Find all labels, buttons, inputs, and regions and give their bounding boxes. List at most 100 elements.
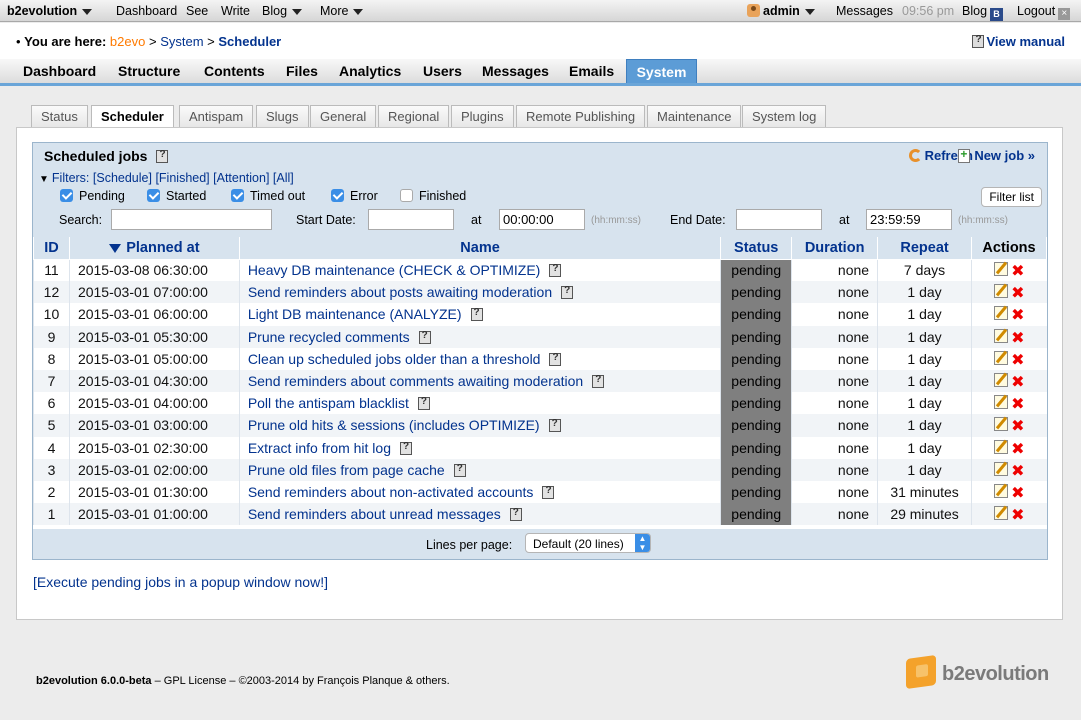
tab-status[interactable]: Status <box>31 105 88 128</box>
job-name-link[interactable]: Clean up scheduled jobs older than a thr… <box>248 351 541 367</box>
tab-plugins[interactable]: Plugins <box>451 105 514 128</box>
edit-icon[interactable] <box>993 439 1008 454</box>
nav-analytics[interactable]: Analytics <box>331 59 409 83</box>
filters-label[interactable]: Filters: <box>52 171 90 185</box>
delete-icon[interactable]: ✖ <box>1011 352 1025 368</box>
delete-icon[interactable]: ✖ <box>1011 264 1025 280</box>
job-name-link[interactable]: Prune recycled comments <box>248 329 410 345</box>
edit-icon[interactable] <box>993 350 1008 365</box>
delete-icon[interactable]: ✖ <box>1011 508 1025 524</box>
edit-icon[interactable] <box>993 328 1008 343</box>
tab-regional[interactable]: Regional <box>378 105 450 128</box>
tab-system-log[interactable]: System log <box>742 105 827 128</box>
help-icon[interactable] <box>418 330 431 344</box>
end-time-input[interactable] <box>866 209 952 230</box>
logout-link[interactable]: Logout × <box>1017 4 1071 20</box>
delete-icon[interactable]: ✖ <box>1011 286 1025 302</box>
checkbox-pending[interactable]: Pending <box>60 189 125 203</box>
job-name-link[interactable]: Extract info from hit log <box>248 440 391 456</box>
help-icon[interactable] <box>453 463 466 477</box>
delete-icon[interactable]: ✖ <box>1011 375 1025 391</box>
start-date-input[interactable] <box>368 209 454 230</box>
edit-icon[interactable] <box>993 417 1008 432</box>
edit-icon[interactable] <box>993 506 1008 521</box>
execute-pending-jobs-link[interactable]: [Execute pending jobs in a popup window … <box>33 574 328 590</box>
edit-icon[interactable] <box>993 395 1008 410</box>
job-name-link[interactable]: Send reminders about comments awaiting m… <box>248 373 583 389</box>
edit-icon[interactable] <box>993 284 1008 299</box>
checkbox-error[interactable]: Error <box>331 189 378 203</box>
help-icon[interactable] <box>542 485 555 499</box>
help-icon[interactable] <box>417 396 430 411</box>
topbar-more-menu[interactable]: More <box>320 4 364 18</box>
delete-icon[interactable]: ✖ <box>1011 463 1025 479</box>
filter-list-button[interactable]: Filter list <box>981 187 1042 207</box>
edit-icon[interactable] <box>993 262 1008 277</box>
start-time-input[interactable] <box>499 209 585 230</box>
job-name-link[interactable]: Prune old files from page cache <box>248 462 445 478</box>
topbar-see-link[interactable]: See <box>186 4 208 18</box>
edit-icon[interactable] <box>993 461 1008 476</box>
delete-icon[interactable]: ✖ <box>1011 397 1025 413</box>
delete-icon[interactable]: ✖ <box>1011 441 1025 457</box>
edit-icon[interactable] <box>993 306 1008 321</box>
b2evolution-logo[interactable]: b2evolution <box>906 654 1049 691</box>
checkbox-finished[interactable]: Finished <box>400 189 466 203</box>
help-icon[interactable] <box>156 149 169 163</box>
tab-maintenance[interactable]: Maintenance <box>647 105 742 128</box>
col-planned-header[interactable]: Planned at <box>68 237 240 260</box>
tab-antispam[interactable]: Antispam <box>179 105 254 128</box>
job-name-link[interactable]: Light DB maintenance (ANALYZE) <box>248 306 462 322</box>
filter-attention-link[interactable]: [Attention] <box>213 171 269 185</box>
help-icon[interactable] <box>592 374 605 389</box>
delete-icon[interactable]: ✖ <box>1011 308 1025 324</box>
checkbox-started[interactable]: Started <box>147 189 206 203</box>
user-menu[interactable]: admin <box>747 4 815 18</box>
filter-finished-link[interactable]: [Finished] <box>155 171 209 185</box>
end-date-input[interactable] <box>736 209 822 230</box>
col-id-header[interactable]: ID <box>33 237 70 260</box>
app-menu[interactable]: b2evolution <box>7 4 93 18</box>
help-icon[interactable] <box>549 263 562 278</box>
job-name-link[interactable]: Send reminders about non-activated accou… <box>248 484 534 500</box>
delete-icon[interactable]: ✖ <box>1011 485 1025 501</box>
edit-icon[interactable] <box>993 373 1008 388</box>
nav-structure[interactable]: Structure <box>110 59 188 83</box>
nav-files[interactable]: Files <box>278 59 326 83</box>
breadcrumb-scheduler[interactable]: Scheduler <box>218 34 281 49</box>
job-name-link[interactable]: Send reminders about posts awaiting mode… <box>248 284 552 300</box>
nav-system[interactable]: System <box>626 59 697 83</box>
help-icon[interactable] <box>470 307 483 322</box>
filter-all-link[interactable]: [All] <box>273 171 294 185</box>
help-icon[interactable] <box>561 285 574 300</box>
nav-dashboard[interactable]: Dashboard <box>15 59 104 83</box>
nav-users[interactable]: Users <box>415 59 470 83</box>
help-icon[interactable] <box>549 352 562 366</box>
tab-scheduler[interactable]: Scheduler <box>91 105 174 129</box>
nav-messages[interactable]: Messages <box>474 59 557 83</box>
nav-emails[interactable]: Emails <box>561 59 622 83</box>
checkbox-timed-out[interactable]: Timed out <box>231 189 305 203</box>
edit-icon[interactable] <box>993 483 1008 498</box>
lines-per-page-select[interactable]: Default (20 lines) ▲ ▼ <box>525 533 651 553</box>
blog-link[interactable]: Blog B <box>962 4 1004 21</box>
messages-link[interactable]: Messages <box>836 4 893 18</box>
topbar-write-link[interactable]: Write <box>221 4 250 18</box>
topbar-dashboard-link[interactable]: Dashboard <box>116 4 177 18</box>
job-name-link[interactable]: Prune old hits & sessions (includes OPTI… <box>248 417 540 433</box>
breadcrumb-b2evo[interactable]: b2evo <box>110 34 145 49</box>
help-icon[interactable] <box>548 418 561 433</box>
new-job-link[interactable]: New job » <box>958 147 1035 163</box>
filter-schedule-link[interactable]: [Schedule] <box>93 171 152 185</box>
job-name-link[interactable]: Send reminders about unread messages <box>248 506 501 522</box>
breadcrumb-system[interactable]: System <box>160 34 203 49</box>
col-name-header[interactable]: Name <box>238 237 722 260</box>
tab-remote-publishing[interactable]: Remote Publishing <box>516 105 646 128</box>
job-name-link[interactable]: Poll the antispam blacklist <box>248 395 409 411</box>
col-duration-header[interactable]: Duration <box>791 237 879 260</box>
tab-general[interactable]: General <box>310 105 377 128</box>
col-status-header[interactable]: Status <box>720 237 793 260</box>
col-repeat-header[interactable]: Repeat <box>877 237 973 260</box>
tab-slugs[interactable]: Slugs <box>256 105 309 128</box>
search-input[interactable] <box>111 209 272 230</box>
